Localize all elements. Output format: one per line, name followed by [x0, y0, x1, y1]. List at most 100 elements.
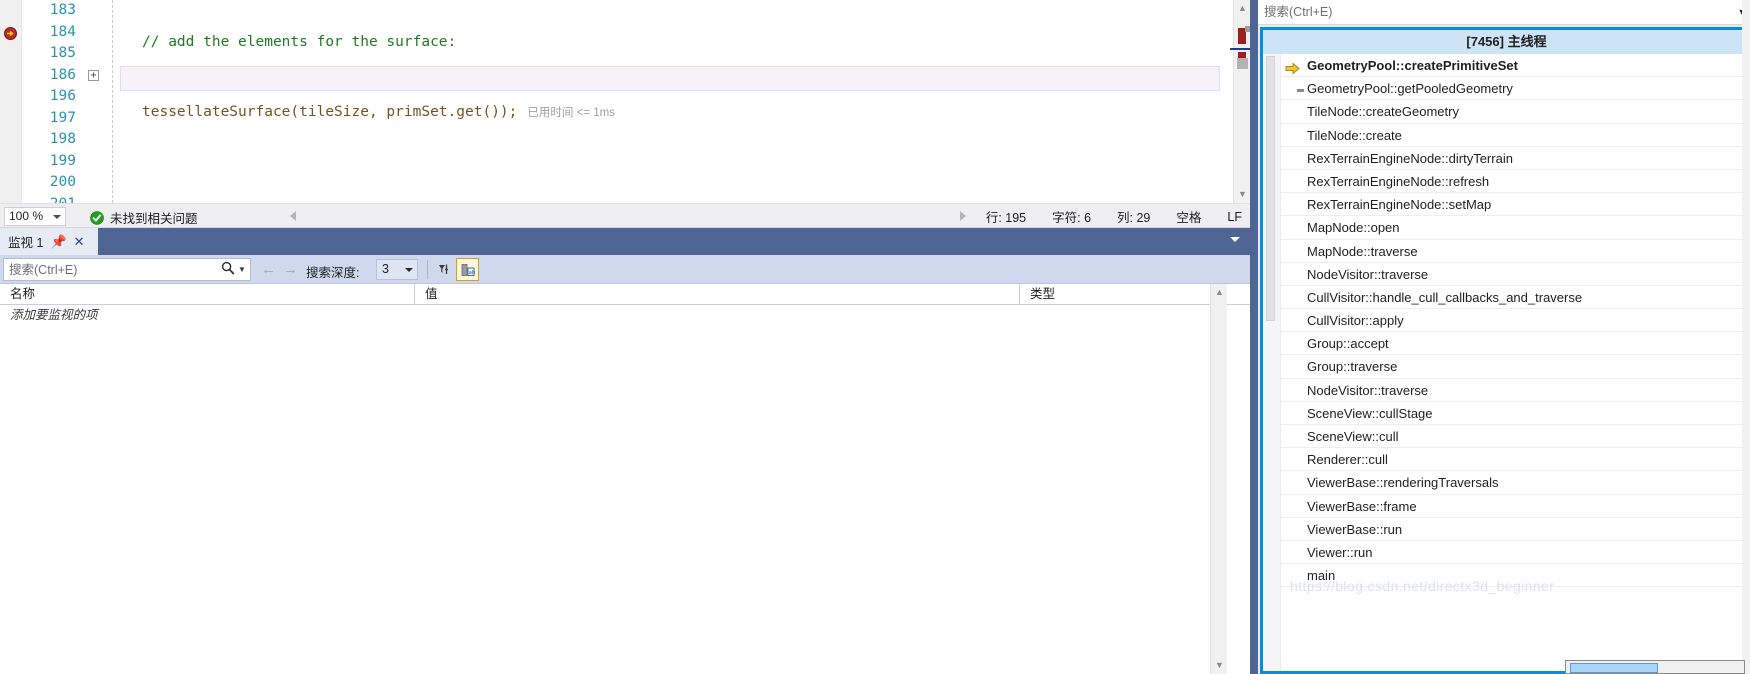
- call-stack-frame-label: CullVisitor::apply: [1307, 313, 1404, 329]
- call-stack-row[interactable]: ViewerBase::renderingTraversals: [1281, 471, 1750, 495]
- watch-grid-header: 名称 值 类型: [0, 284, 1250, 305]
- line-number: 200: [49, 174, 76, 190]
- call-stack-row[interactable]: Renderer::cull: [1281, 448, 1750, 472]
- watch-add-item-row[interactable]: 添加要监视的项: [0, 305, 1227, 326]
- call-stack-row[interactable]: TileNode::createGeometry: [1281, 100, 1750, 124]
- call-stack-frame-label: Renderer::cull: [1307, 452, 1388, 468]
- call-stack-row[interactable]: RexTerrainEngineNode::dirtyTerrain: [1281, 147, 1750, 170]
- scroll-down-arrow-icon[interactable]: ▼: [1211, 657, 1228, 674]
- problems-label: 未找到相关问题: [110, 212, 198, 226]
- call-stack-frame-label: GeometryPool::getPooledGeometry: [1307, 81, 1513, 97]
- call-stack-row[interactable]: RexTerrainEngineNode::setMap: [1281, 193, 1750, 217]
- tab-watch-1[interactable]: 监视 1 📌 ✕: [0, 228, 98, 255]
- watch-search-input[interactable]: [4, 259, 218, 280]
- call-stack-row[interactable]: GeometryPool::getPooledGeometry: [1281, 77, 1750, 101]
- call-stack-row[interactable]: ViewerBase::run: [1281, 518, 1750, 541]
- status-prev-arrow-icon[interactable]: [290, 211, 296, 221]
- current-statement-breakpoint-icon[interactable]: [4, 27, 17, 40]
- watch-empty-body: [0, 326, 1227, 674]
- call-stack-row[interactable]: Group::traverse: [1281, 355, 1750, 379]
- check-circle-icon: [90, 210, 104, 225]
- scroll-up-arrow-icon[interactable]: ▲: [1234, 0, 1250, 17]
- filter-pin-icon: [438, 264, 448, 274]
- column-header-type[interactable]: 类型: [1020, 284, 1227, 305]
- call-stack-row[interactable]: main: [1281, 564, 1750, 588]
- call-stack-frame-label: TileNode::create: [1307, 127, 1402, 143]
- magnifier-icon[interactable]: [218, 261, 238, 278]
- arrow-right-icon[interactable]: →: [283, 262, 298, 277]
- fold-expand-button[interactable]: +: [88, 70, 99, 81]
- thread-header-row[interactable]: [7456] 主线程: [1263, 30, 1750, 54]
- call-depth-indicator-bar: [1266, 56, 1275, 321]
- code-folding-gutter[interactable]: +: [84, 0, 106, 203]
- column-header-value[interactable]: 值: [415, 284, 1020, 305]
- chevron-down-icon[interactable]: ▼: [238, 265, 250, 274]
- line-number: 199: [49, 152, 76, 169]
- call-stack-row[interactable]: Viewer::run: [1281, 541, 1750, 565]
- visual-studio-debug-window: 183 184 185 186 196 197 198 199 200 201 …: [0, 0, 1750, 674]
- call-stack-row[interactable]: MapNode::traverse: [1281, 240, 1750, 263]
- call-stack-frame-label: ViewerBase::frame: [1307, 498, 1417, 514]
- call-stack-row[interactable]: MapNode::open: [1281, 216, 1750, 240]
- code-text-area[interactable]: // add the elements for the surface: tes…: [120, 0, 1220, 203]
- call-stack-frame-label: MapNode::open: [1307, 220, 1400, 236]
- call-stack-frame-label: SceneView::cullStage: [1307, 405, 1433, 421]
- structure-guide-line: [112, 0, 113, 203]
- watch-tab-label: 监视 1: [8, 236, 44, 250]
- arrow-left-icon[interactable]: ←: [261, 262, 276, 277]
- chevron-down-icon[interactable]: [53, 215, 61, 219]
- call-stack-right-scrollbar[interactable]: [1742, 0, 1750, 674]
- call-stack-frame-label: RexTerrainEngineNode::refresh: [1307, 173, 1490, 189]
- call-stack-frame-label: NodeVisitor::traverse: [1307, 382, 1429, 398]
- bottom-progress-box: [1565, 660, 1745, 674]
- yellow-arrow-icon: [1285, 59, 1300, 75]
- call-stack-row[interactable]: SceneView::cullStage: [1281, 402, 1750, 425]
- search-depth-combobox[interactable]: 3: [376, 259, 418, 280]
- editor-status-bar: 100 % 未找到相关问题 行: 195 字符: 6 列: 29 空格 LF: [0, 203, 1250, 228]
- call-stack-frame-label: RexTerrainEngineNode::dirtyTerrain: [1307, 150, 1513, 166]
- watch-window-menu-chevron-icon[interactable]: [1230, 237, 1240, 242]
- call-stack-row[interactable]: NodeVisitor::traverse: [1281, 263, 1750, 286]
- status-line-ending[interactable]: LF: [1227, 210, 1242, 224]
- breakpoint-gutter[interactable]: [0, 0, 22, 203]
- line-number-gutter: 183 184 185 186 196 197 198 199 200 201: [22, 0, 84, 203]
- code-comment: // add the elements for the surface:: [142, 34, 457, 50]
- watch-vertical-scrollbar[interactable]: ▲ ▼: [1210, 284, 1227, 674]
- column-header-name[interactable]: 名称: [0, 284, 415, 305]
- call-stack-left-border: [1250, 0, 1258, 674]
- scroll-down-arrow-icon[interactable]: ▼: [1234, 186, 1250, 203]
- call-stack-row[interactable]: Group::accept: [1281, 332, 1750, 356]
- chevron-down-icon[interactable]: [405, 268, 413, 272]
- call-stack-frame-label: SceneView::cull: [1307, 429, 1399, 444]
- status-next-arrow-icon[interactable]: [960, 211, 966, 221]
- call-stack-row[interactable]: RexTerrainEngineNode::refresh: [1281, 170, 1750, 194]
- code-line-184: tessellateSurface(tileSize, primSet.get(…: [120, 102, 1220, 124]
- editor-vertical-scrollbar[interactable]: ▲ ▼: [1230, 0, 1250, 203]
- call-stack-search-box[interactable]: ▼: [1258, 0, 1750, 25]
- call-stack-row-current[interactable]: GeometryPool::createPrimitiveSet: [1281, 54, 1750, 78]
- filter-pin-button[interactable]: [432, 258, 455, 281]
- status-indent-mode[interactable]: 空格: [1176, 207, 1201, 226]
- call-stack-row[interactable]: TileNode::create: [1281, 124, 1750, 147]
- problems-status[interactable]: 未找到相关问题: [90, 208, 198, 227]
- close-icon[interactable]: ✕: [74, 235, 85, 248]
- line-number: 185: [49, 45, 76, 61]
- call-stack-search-input[interactable]: [1258, 0, 1734, 24]
- scrollbar-thumb[interactable]: [1237, 58, 1248, 69]
- call-stack-row[interactable]: NodeVisitor::traverse: [1281, 379, 1750, 402]
- code-editor-pane[interactable]: 183 184 185 186 196 197 198 199 200 201 …: [0, 0, 1250, 203]
- call-stack-frame-label: NodeVisitor::traverse: [1307, 266, 1429, 282]
- zoom-level-combobox[interactable]: 100 %: [4, 207, 66, 226]
- scroll-up-arrow-icon[interactable]: ▲: [1211, 284, 1228, 301]
- hexadecimal-display-button[interactable]: ab: [456, 258, 479, 281]
- call-stack-list[interactable]: GeometryPool::createPrimitiveSet Geometr…: [1281, 54, 1750, 671]
- pin-icon[interactable]: 📌: [50, 235, 66, 248]
- call-stack-row[interactable]: SceneView::cull: [1281, 425, 1750, 449]
- call-stack-row[interactable]: ViewerBase::frame: [1281, 495, 1750, 518]
- call-stack-row[interactable]: CullVisitor::handle_cull_callbacks_and_t…: [1281, 286, 1750, 310]
- call-stack-frame-container: 100% [7456] 主线程 GeometryPool::createPrim…: [1260, 27, 1750, 674]
- watch-search-box[interactable]: ▼: [3, 258, 251, 281]
- call-stack-row[interactable]: CullVisitor::apply: [1281, 309, 1750, 333]
- line-number: 201: [22, 194, 76, 204]
